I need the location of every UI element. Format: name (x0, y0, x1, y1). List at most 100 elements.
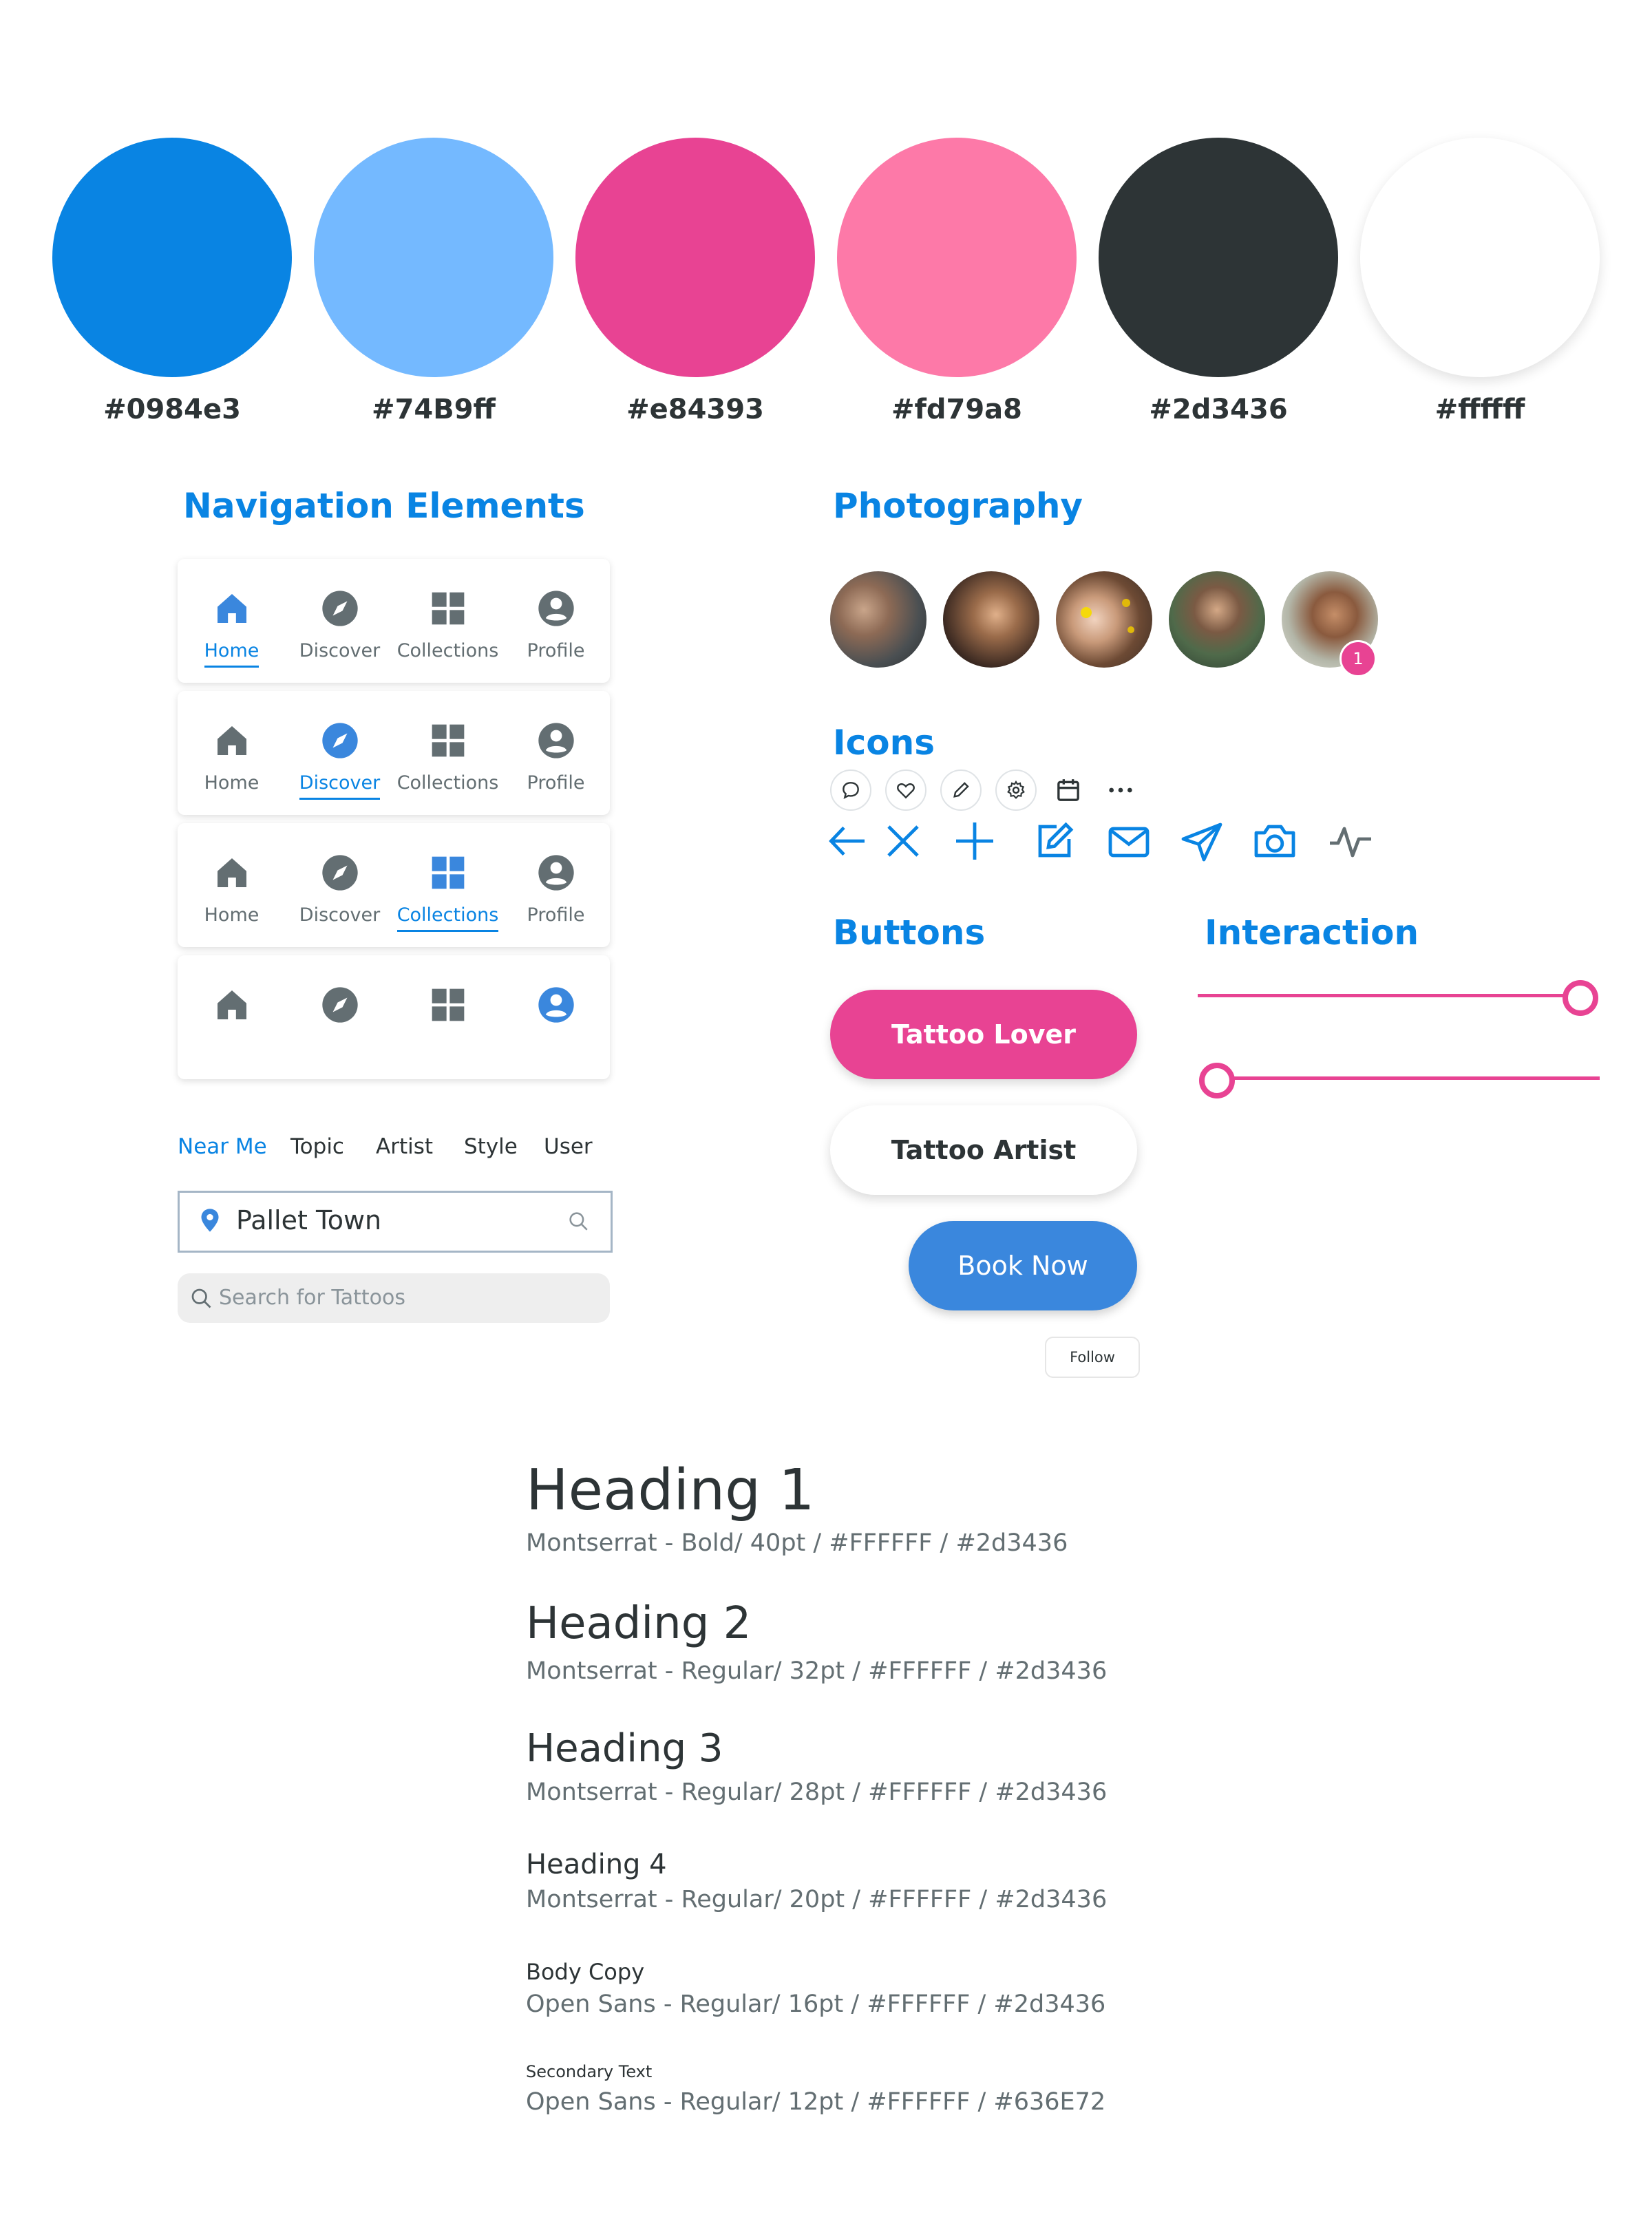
avatar-photo[interactable] (1056, 571, 1152, 668)
book-now-button[interactable]: Book Now (909, 1221, 1137, 1310)
compass-icon (321, 987, 358, 1023)
search-input[interactable]: Search for Tattoos (178, 1273, 610, 1323)
grid-icon (432, 724, 464, 757)
slider-thumb[interactable] (1199, 1063, 1235, 1098)
section-title-icons: Icons (833, 723, 935, 763)
user-icon (538, 855, 574, 891)
grid-icon (432, 988, 464, 1021)
calendar-icon[interactable] (1055, 776, 1082, 804)
tattoo-artist-button[interactable]: Tattoo Artist (830, 1105, 1137, 1195)
filter-tab-artist[interactable]: Artist (376, 1134, 433, 1159)
nav-item-collections[interactable] (394, 955, 502, 1079)
user-icon (538, 723, 574, 758)
nav-label: Profile (527, 640, 585, 661)
filter-tab-topic[interactable]: Topic (290, 1134, 344, 1159)
heading-3-spec: Montserrat - Regular/ 28pt / #FFFFFF / #… (526, 1778, 1108, 1806)
notification-badge: 1 (1339, 640, 1377, 677)
compass-icon (321, 855, 358, 891)
swatch-label: #fd79a8 (891, 394, 1023, 425)
nav-label: Collections (396, 904, 499, 932)
gear-icon-button[interactable] (995, 769, 1037, 811)
mail-icon[interactable] (1104, 816, 1154, 866)
close-icon[interactable] (878, 816, 928, 866)
nav-bar-icons-only (178, 955, 610, 1079)
chat-icon (843, 782, 859, 799)
slider-track[interactable] (1198, 994, 1578, 997)
swatch-label: #e84393 (626, 394, 764, 425)
swatch-label: #2d3436 (1149, 394, 1288, 425)
avatar-photo[interactable] (830, 571, 926, 668)
send-icon[interactable] (1177, 816, 1227, 866)
heading-2-sample: Heading 2 (526, 1598, 752, 1649)
nav-bar-collections-active: Home Discover Collections Profile (178, 823, 610, 947)
nav-item-profile[interactable]: Profile (502, 559, 610, 683)
nav-item-home[interactable] (178, 955, 286, 1079)
follow-button[interactable]: Follow (1045, 1337, 1140, 1378)
slider-thumb[interactable] (1563, 980, 1598, 1016)
search-icon (191, 1288, 211, 1308)
camera-icon[interactable] (1250, 816, 1300, 866)
pencil-icon-button[interactable] (940, 769, 982, 811)
avatar-photo[interactable] (1169, 571, 1265, 668)
nav-item-discover[interactable]: Discover (286, 823, 394, 947)
nav-item-discover[interactable] (286, 955, 394, 1079)
nav-bar-home-active: Home Discover Collections Profile (178, 559, 610, 683)
search-placeholder: Search for Tattoos (219, 1286, 405, 1310)
swatch-pink (575, 138, 815, 377)
filter-tab-user[interactable]: User (544, 1134, 593, 1159)
nav-label: Profile (527, 904, 585, 926)
chat-icon-button[interactable] (830, 769, 871, 811)
nav-item-discover[interactable]: Discover (286, 691, 394, 815)
swatch-dark (1099, 138, 1338, 377)
gear-icon (1007, 780, 1025, 799)
nav-item-profile[interactable] (502, 955, 610, 1079)
compass-icon (321, 723, 358, 758)
heading-1-sample: Heading 1 (526, 1458, 815, 1523)
nav-item-discover[interactable]: Discover (286, 559, 394, 683)
home-icon (217, 858, 246, 887)
arrow-left-icon[interactable] (823, 816, 873, 866)
grid-icon (432, 856, 464, 889)
nav-label: Profile (527, 772, 585, 794)
swatch-white (1360, 138, 1600, 377)
nav-item-home[interactable]: Home (178, 559, 286, 683)
swatch-label: #ffffff (1434, 394, 1525, 425)
nav-item-home[interactable]: Home (178, 823, 286, 947)
tattoo-lover-button[interactable]: Tattoo Lover (830, 990, 1137, 1079)
body-copy-sample: Body Copy (526, 1959, 645, 1985)
nav-item-collections[interactable]: Collections (394, 823, 502, 947)
nav-item-collections[interactable]: Collections (394, 691, 502, 815)
pencil-icon (953, 782, 969, 798)
flower-decoration (1122, 599, 1130, 607)
activity-icon[interactable] (1326, 816, 1375, 866)
section-title-buttons: Buttons (833, 913, 986, 953)
nav-item-profile[interactable]: Profile (502, 691, 610, 815)
filter-tab-style[interactable]: Style (464, 1134, 518, 1159)
search-icon[interactable] (566, 1209, 590, 1233)
user-icon (538, 591, 574, 626)
nav-item-collections[interactable]: Collections (394, 559, 502, 683)
flower-decoration (1127, 626, 1134, 633)
swatch-blue (52, 138, 292, 377)
nav-item-home[interactable]: Home (178, 691, 286, 815)
avatar-photo[interactable] (943, 571, 1039, 668)
more-icon[interactable] (1107, 776, 1134, 804)
section-title-photography: Photography (833, 486, 1083, 526)
heading-2-spec: Montserrat - Regular/ 32pt / #FFFFFF / #… (526, 1657, 1108, 1685)
nav-bar-discover-active: Home Discover Collections Profile (178, 691, 610, 815)
home-icon (217, 594, 246, 623)
plus-icon[interactable] (950, 816, 999, 866)
flower-decoration (1081, 607, 1092, 618)
location-input[interactable]: Pallet Town (178, 1191, 613, 1253)
swatch-label: #0984e3 (103, 394, 241, 425)
swatch-light-pink (837, 138, 1077, 377)
secondary-text-spec: Open Sans - Regular/ 12pt / #FFFFFF / #6… (526, 2088, 1106, 2116)
swatch-label: #74B9ff (372, 394, 496, 425)
nav-item-profile[interactable]: Profile (502, 823, 610, 947)
section-title-navigation: Navigation Elements (183, 486, 585, 526)
heading-3-sample: Heading 3 (526, 1726, 723, 1771)
edit-icon[interactable] (1030, 816, 1079, 866)
filter-tab-near-me[interactable]: Near Me (178, 1134, 267, 1159)
slider-track[interactable] (1211, 1076, 1600, 1080)
heart-icon-button[interactable] (885, 769, 926, 811)
